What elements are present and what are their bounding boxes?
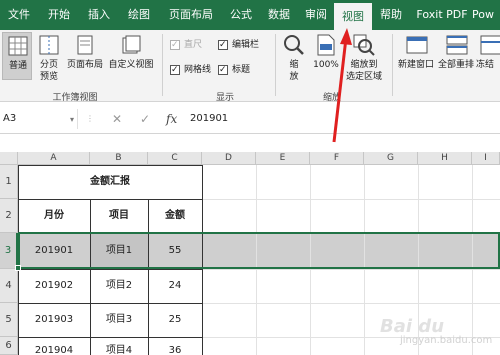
excel-window: { "tabs": [ {"label": "文件"}, {"label": "… (0, 0, 500, 355)
annotation-arrow-icon (332, 28, 352, 143)
